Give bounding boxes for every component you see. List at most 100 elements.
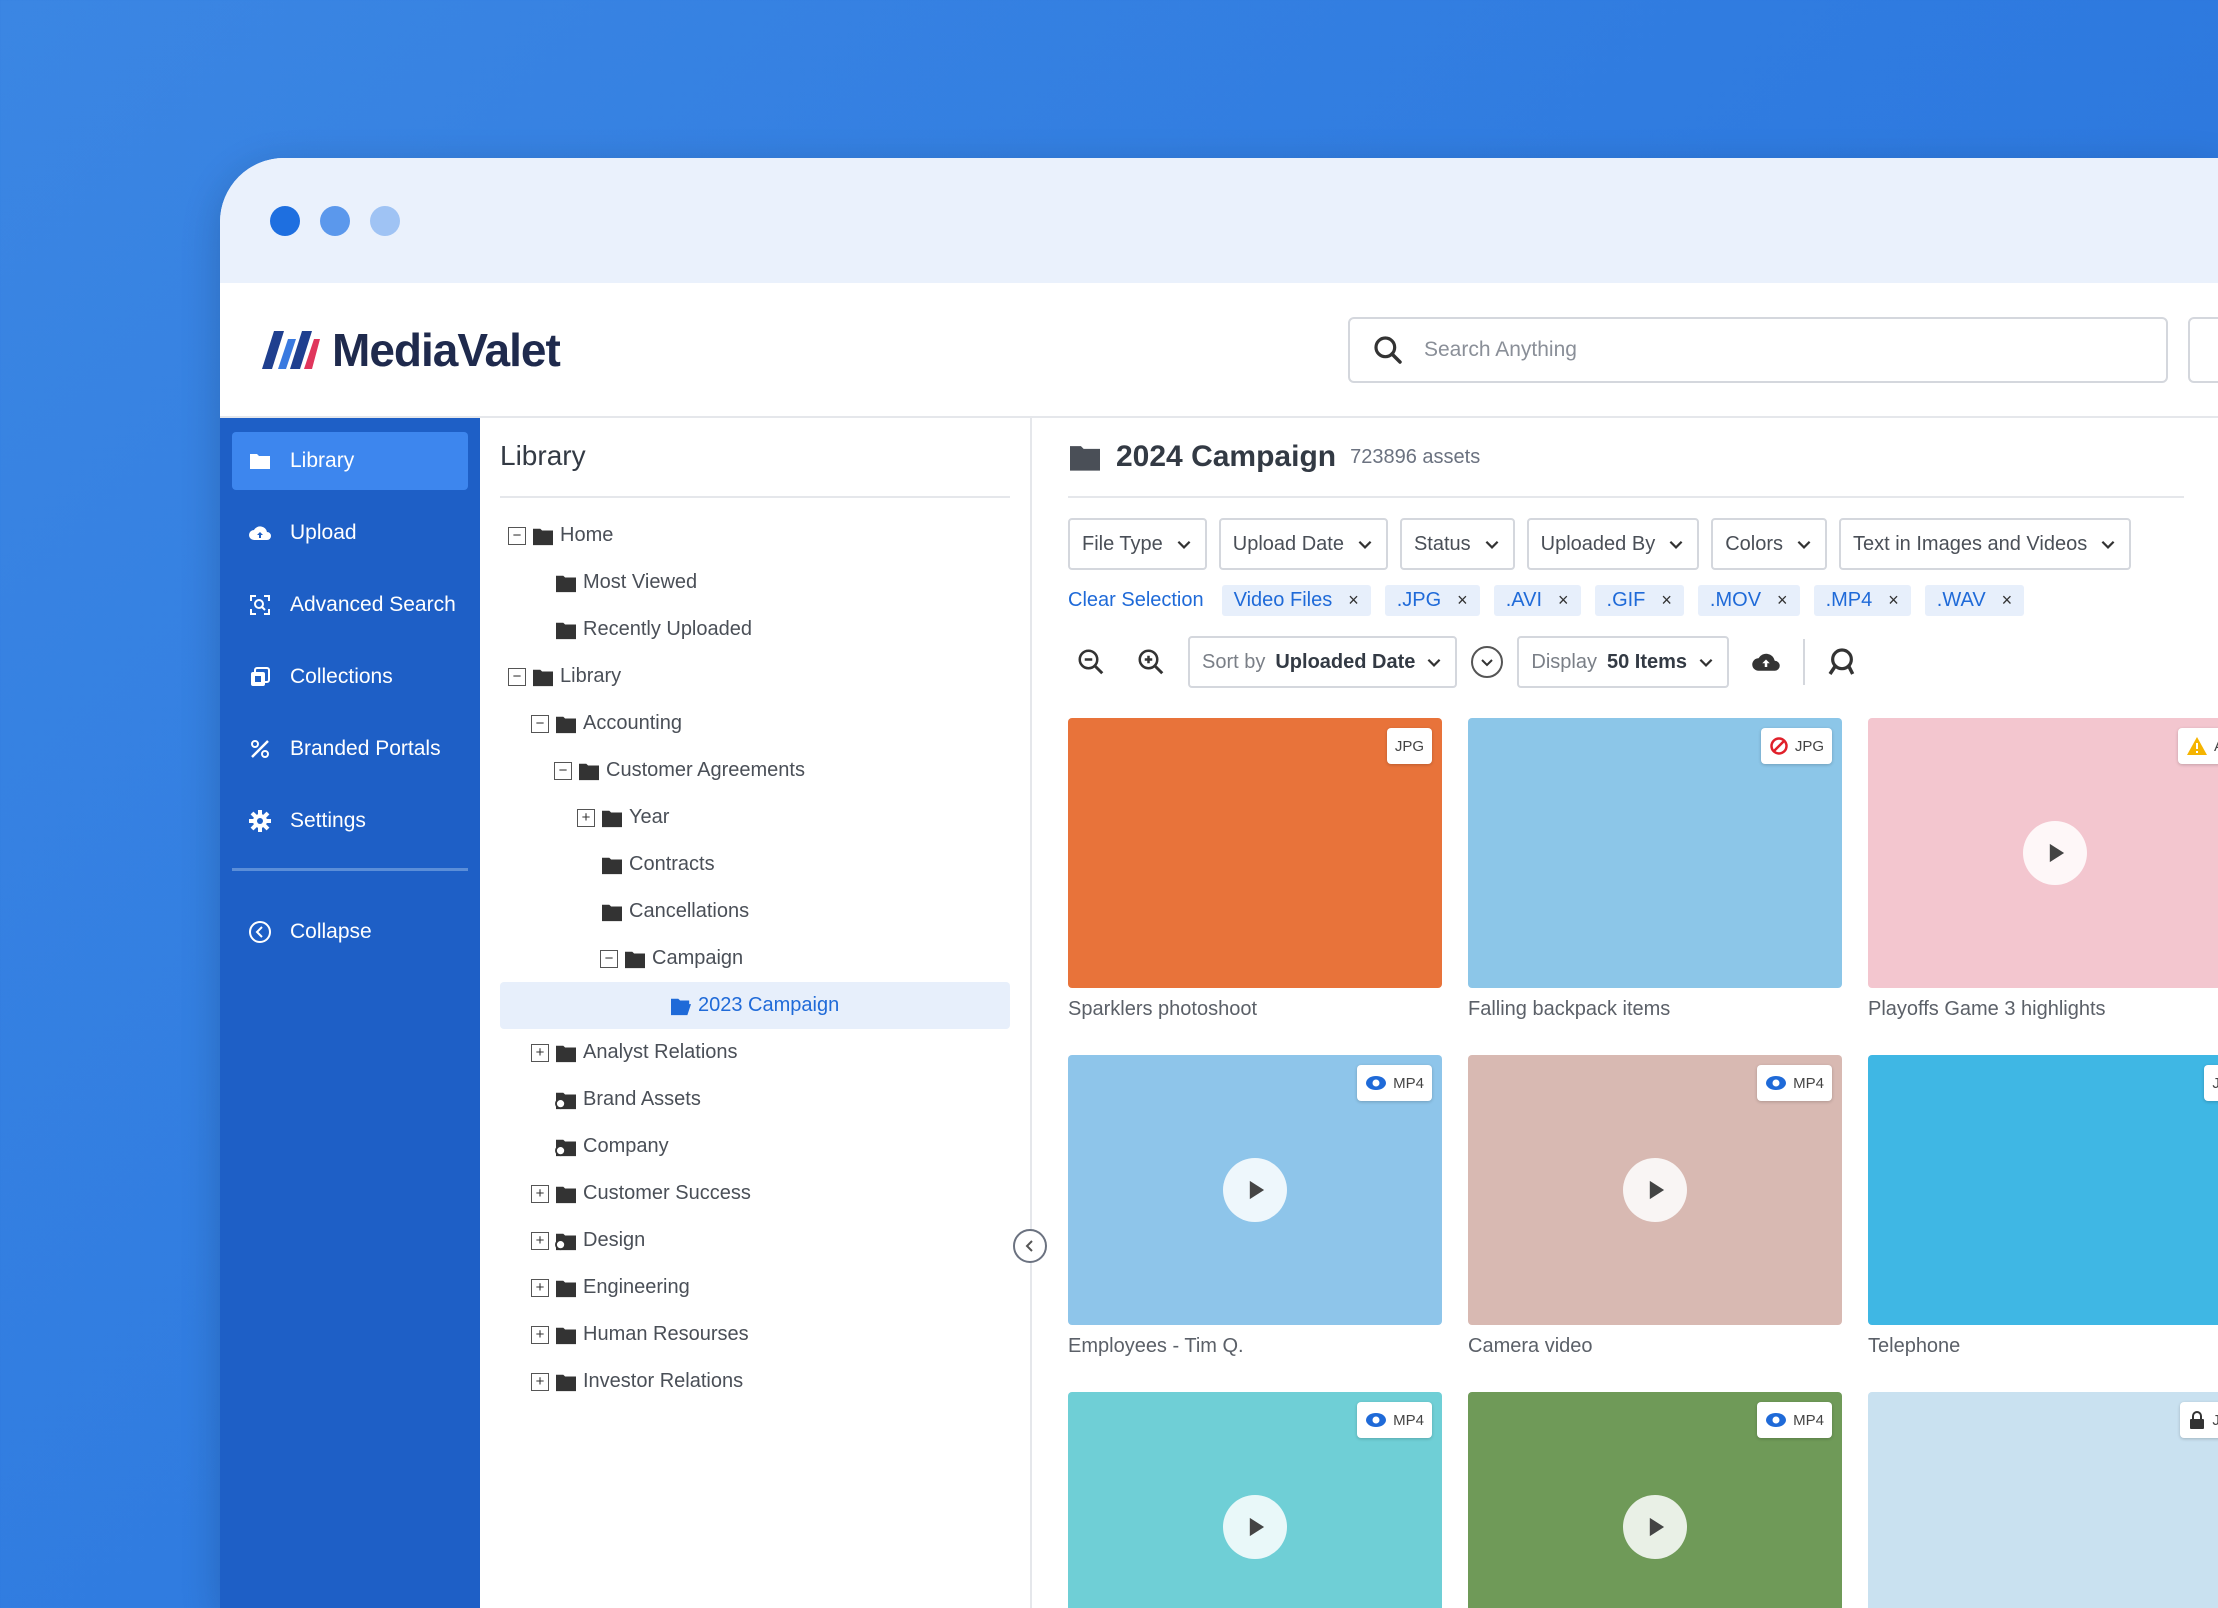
asset-thumbnail[interactable]: A (1868, 718, 2218, 988)
tree-item[interactable]: − Campaign (500, 935, 1010, 982)
tree-item[interactable]: Recently Uploaded (500, 606, 1010, 653)
tree-item[interactable]: Brand Assets (500, 1076, 1010, 1123)
remove-chip-icon[interactable]: × (2002, 590, 2013, 611)
expand-toggle-icon[interactable]: + (577, 808, 595, 827)
filter-dropdown[interactable]: Uploaded By (1526, 518, 1700, 570)
asset-thumbnail[interactable]: MP4 (1468, 1392, 1842, 1608)
filter-dropdown[interactable]: Status (1399, 518, 1515, 570)
window-dot-maximize[interactable] (370, 205, 400, 236)
chevron-down-icon (1669, 540, 1683, 549)
filter-label: Uploaded By (1540, 532, 1656, 555)
filter-dropdown[interactable]: Colors (1711, 518, 1827, 570)
asset-card[interactable]: JPG Falling backpack items (1468, 718, 1842, 1021)
asset-card[interactable]: JPG Sparklers photoshoot (1068, 718, 1442, 1021)
collapse-toggle-icon[interactable]: − (531, 714, 549, 733)
asset-thumbnail[interactable]: JPG (1468, 718, 1842, 988)
saved-search-button[interactable] (1819, 639, 1865, 685)
tree-item[interactable]: 2023 Campaign (500, 982, 1010, 1029)
collapse-toggle-icon[interactable]: − (508, 526, 526, 545)
tree-item[interactable]: Cancellations (500, 888, 1010, 935)
asset-thumbnail[interactable]: JI (1868, 1392, 2218, 1608)
remove-chip-icon[interactable]: × (1888, 590, 1899, 611)
tree-item[interactable]: + Engineering (500, 1264, 1010, 1311)
asset-thumbnail[interactable]: JI (1868, 1055, 2218, 1325)
sidebar-item-collections[interactable]: Collections (232, 648, 468, 706)
expand-toggle-icon[interactable]: + (531, 1231, 549, 1250)
filter-dropdown[interactable]: Upload Date (1218, 518, 1388, 570)
search-input[interactable]: Search Anything (1348, 317, 2168, 383)
asset-thumbnail[interactable]: MP4 (1068, 1055, 1442, 1325)
tree-item[interactable]: + Analyst Relations (500, 1029, 1010, 1076)
upload-button[interactable] (1743, 639, 1789, 685)
tree-item[interactable]: − Customer Agreements (500, 747, 1010, 794)
collapse-toggle-icon[interactable]: − (508, 667, 526, 686)
tree-item-label: 2023 Campaign (698, 994, 840, 1016)
sort-select[interactable]: Sort by Uploaded Date (1188, 636, 1458, 688)
asset-card[interactable]: MP4 Employees - Tim Q. (1068, 1055, 1442, 1358)
remove-chip-icon[interactable]: × (1661, 590, 1672, 611)
zoom-in-button[interactable] (1128, 639, 1174, 685)
play-button[interactable] (1623, 1495, 1687, 1559)
tree-item[interactable]: + Customer Success (500, 1170, 1010, 1217)
sidebar-item-advanced-search[interactable]: Advanced Search (232, 576, 468, 634)
play-button[interactable] (1223, 1495, 1287, 1559)
asset-thumbnail[interactable]: MP4 (1068, 1392, 1442, 1608)
sidebar-item-branded-portals[interactable]: Branded Portals (232, 720, 468, 778)
remove-chip-icon[interactable]: × (1348, 590, 1359, 611)
sidebar-item-upload[interactable]: Upload (232, 504, 468, 562)
window-dot-minimize[interactable] (320, 205, 350, 236)
tree-item[interactable]: + Investor Relations (500, 1358, 1010, 1405)
file-type-badge: JPG (1386, 728, 1432, 764)
play-button[interactable] (2023, 821, 2087, 885)
asset-card[interactable]: MP4 Camera video (1468, 1055, 1842, 1358)
folder-icon (250, 454, 270, 469)
sort-direction-button[interactable] (1471, 646, 1504, 678)
tree-item[interactable]: Company (500, 1123, 1010, 1170)
asset-thumbnail[interactable]: JPG (1068, 718, 1442, 988)
sidebar-collapse-button[interactable]: Collapse (232, 903, 468, 961)
tree-item[interactable]: + Design (500, 1217, 1010, 1264)
remove-chip-icon[interactable]: × (1558, 590, 1569, 611)
logo[interactable]: MediaValet (260, 323, 561, 377)
expand-toggle-icon[interactable]: + (531, 1043, 549, 1062)
tree-item[interactable]: − Library (500, 653, 1010, 700)
sidebar-collapse-label: Collapse (290, 920, 372, 943)
asset-card[interactable]: MP4 (1468, 1392, 1842, 1608)
badge-label: MP4 (1793, 1074, 1824, 1092)
zoom-out-button[interactable] (1068, 639, 1114, 685)
tree-item[interactable]: + Year (500, 794, 1010, 841)
eye-icon (1365, 1075, 1387, 1091)
collections-icon (251, 667, 270, 686)
expand-toggle-icon[interactable]: + (531, 1372, 549, 1391)
badge-label: JPG (1794, 737, 1824, 755)
tree-item[interactable]: − Home (500, 512, 1010, 559)
asset-card[interactable]: MP4 (1068, 1392, 1442, 1608)
tree-item[interactable]: + Human Resourses (500, 1311, 1010, 1358)
tree-item[interactable]: Contracts (500, 841, 1010, 888)
remove-chip-icon[interactable]: × (1777, 590, 1788, 611)
sidebar-item-library[interactable]: Library (232, 432, 468, 490)
filter-label: Colors (1725, 532, 1783, 555)
asset-thumbnail[interactable]: MP4 (1468, 1055, 1842, 1325)
sidebar-item-settings[interactable]: Settings (232, 792, 468, 850)
tree-item[interactable]: Most Viewed (500, 559, 1010, 606)
collapse-toggle-icon[interactable]: − (600, 949, 618, 968)
play-button[interactable] (1623, 1158, 1687, 1222)
remove-chip-icon[interactable]: × (1457, 590, 1468, 611)
display-select[interactable]: Display 50 Items (1517, 636, 1730, 688)
asset-card[interactable]: A Playoffs Game 3 highlights (1868, 718, 2218, 1021)
asset-card[interactable]: JI (1868, 1392, 2218, 1608)
filter-dropdown[interactable]: File Type (1068, 518, 1207, 570)
asset-grid: JPG Sparklers photoshoot JPG Falling backpa… (1068, 718, 2218, 1608)
tree-item[interactable]: − Accounting (500, 700, 1010, 747)
clear-selection-link[interactable]: Clear Selection (1068, 589, 1204, 612)
ai-search-button[interactable] (2188, 317, 2218, 383)
asset-card[interactable]: JI Telephone (1868, 1055, 2218, 1358)
expand-toggle-icon[interactable]: + (531, 1325, 549, 1344)
window-dot-close[interactable] (270, 205, 300, 236)
collapse-toggle-icon[interactable]: − (554, 761, 572, 780)
play-button[interactable] (1223, 1158, 1287, 1222)
expand-toggle-icon[interactable]: + (531, 1278, 549, 1297)
expand-toggle-icon[interactable]: + (531, 1184, 549, 1203)
filter-dropdown[interactable]: Text in Images and Videos (1839, 518, 2132, 570)
